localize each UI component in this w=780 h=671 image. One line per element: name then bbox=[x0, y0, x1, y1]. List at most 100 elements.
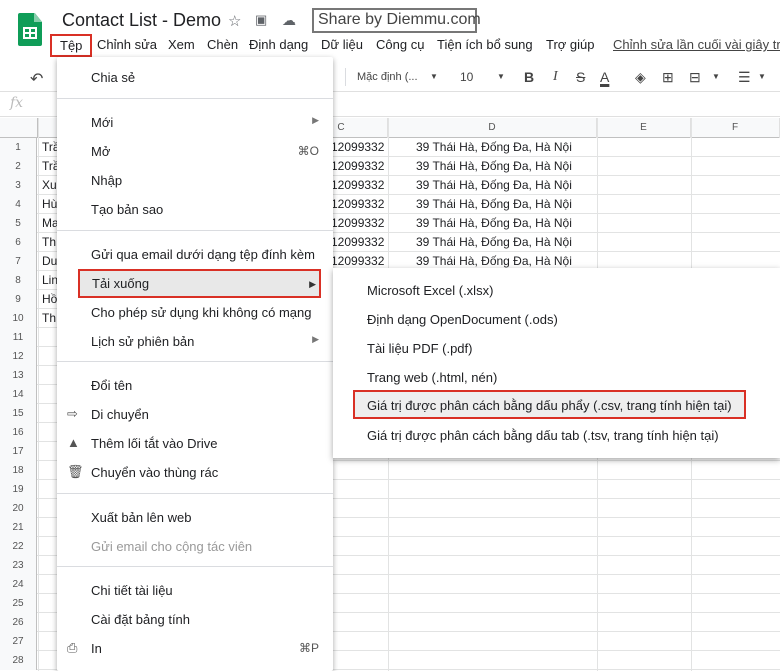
cell-c[interactable]: 12099332 bbox=[331, 235, 384, 249]
row-number[interactable]: 28 bbox=[0, 651, 37, 670]
row-number[interactable]: 5 bbox=[0, 214, 37, 233]
cell-d[interactable]: 39 Thái Hà, Đống Đa, Hà Nội bbox=[416, 254, 572, 268]
download-pdf[interactable]: Tài liệu PDF (.pdf) bbox=[333, 334, 780, 362]
menu-format[interactable]: Định dạng bbox=[249, 37, 308, 52]
fill-color-icon[interactable]: ◈ bbox=[635, 69, 646, 86]
menu-tools[interactable]: Công cụ bbox=[376, 37, 424, 52]
italic-button[interactable]: I bbox=[553, 69, 558, 85]
cell-d[interactable]: 39 Thái Hà, Đống Đa, Hà Nội bbox=[416, 197, 572, 211]
cell-d[interactable]: 39 Thái Hà, Đống Đa, Hà Nội bbox=[416, 140, 572, 154]
row-number[interactable]: 12 bbox=[0, 347, 37, 366]
menu-item-version-history[interactable]: Lịch sử phiên bản ▶ bbox=[57, 329, 333, 353]
row-number[interactable]: 4 bbox=[0, 195, 37, 214]
row-number[interactable]: 19 bbox=[0, 480, 37, 499]
download-tsv[interactable]: Giá trị được phân cách bằng dấu tab (.ts… bbox=[333, 421, 780, 449]
menu-data[interactable]: Dữ liệu bbox=[321, 37, 363, 52]
row-number[interactable]: 15 bbox=[0, 404, 37, 423]
menu-item-settings[interactable]: Cài đặt bảng tính bbox=[57, 607, 333, 631]
row-number[interactable]: 22 bbox=[0, 537, 37, 556]
row-number[interactable]: 3 bbox=[0, 176, 37, 195]
menu-item-new[interactable]: Mới ▶ bbox=[57, 110, 333, 134]
row-number[interactable]: 8 bbox=[0, 271, 37, 290]
row-number[interactable]: 26 bbox=[0, 613, 37, 632]
cell-a[interactable]: Hù bbox=[42, 197, 57, 211]
row-number[interactable]: 1 bbox=[0, 138, 37, 157]
menu-item-print[interactable]: ⎙ In ⌘P bbox=[57, 636, 333, 660]
row-number[interactable]: 24 bbox=[0, 575, 37, 594]
menu-item-share[interactable]: Chia sẻ bbox=[57, 65, 333, 89]
chevron-down-icon[interactable]: ▼ bbox=[497, 72, 505, 81]
download-ods[interactable]: Định dạng OpenDocument (.ods) bbox=[333, 305, 780, 333]
merge-cells-icon[interactable]: ⊟ bbox=[689, 69, 701, 86]
download-html[interactable]: Trang web (.html, nén) bbox=[333, 363, 780, 391]
cell-a[interactable]: Hồ bbox=[42, 292, 57, 306]
font-size-select[interactable]: 10 bbox=[460, 70, 473, 84]
cell-d[interactable]: 39 Thái Hà, Đống Đa, Hà Nội bbox=[416, 159, 572, 173]
menu-item-import[interactable]: Nhập bbox=[57, 168, 333, 192]
row-number[interactable]: 21 bbox=[0, 518, 37, 537]
select-all-corner[interactable] bbox=[0, 118, 38, 138]
cell-c[interactable]: 12099332 bbox=[331, 178, 384, 192]
row-number[interactable]: 13 bbox=[0, 366, 37, 385]
row-number[interactable]: 25 bbox=[0, 594, 37, 613]
menu-item-details[interactable]: Chi tiết tài liệu bbox=[57, 578, 333, 602]
row-number[interactable]: 20 bbox=[0, 499, 37, 518]
menu-addons[interactable]: Tiện ích bổ sung bbox=[437, 37, 533, 52]
cell-c[interactable]: 12099332 bbox=[331, 254, 384, 268]
cell-d[interactable]: 39 Thái Hà, Đống Đa, Hà Nội bbox=[416, 216, 572, 230]
undo-icon[interactable]: ↶ bbox=[30, 69, 43, 89]
menu-item-download[interactable]: Tải xuống ▶ bbox=[78, 269, 321, 298]
menu-item-make-copy[interactable]: Tạo bản sao bbox=[57, 197, 333, 221]
star-icon[interactable]: ☆ bbox=[228, 12, 241, 30]
menu-item-open[interactable]: Mở ⌘O bbox=[57, 139, 333, 163]
cell-c[interactable]: 12099332 bbox=[331, 197, 384, 211]
row-number[interactable]: 23 bbox=[0, 556, 37, 575]
row-number[interactable]: 7 bbox=[0, 252, 37, 271]
menu-item-rename[interactable]: Đổi tên bbox=[57, 373, 333, 397]
row-number[interactable]: 9 bbox=[0, 290, 37, 309]
strikethrough-button[interactable]: S bbox=[576, 69, 585, 85]
menu-item-move[interactable]: ⇨ Di chuyển bbox=[57, 402, 333, 426]
column-header-d[interactable]: D bbox=[388, 118, 597, 138]
bold-button[interactable]: B bbox=[524, 69, 534, 85]
cell-d[interactable]: 39 Thái Hà, Đống Đa, Hà Nội bbox=[416, 178, 572, 192]
cell-a[interactable]: Du bbox=[42, 254, 57, 268]
chevron-down-icon[interactable]: ▼ bbox=[430, 72, 438, 81]
menu-item-add-shortcut[interactable]: ▲ Thêm lối tắt vào Drive bbox=[57, 431, 333, 455]
last-edit-link[interactable]: Chỉnh sửa lần cuối vài giây trước bbox=[613, 37, 780, 52]
menu-insert[interactable]: Chèn bbox=[207, 37, 238, 52]
cell-c[interactable]: 12099332 bbox=[331, 216, 384, 230]
column-header-f[interactable]: F bbox=[691, 118, 780, 138]
cell-c[interactable]: 12099332 bbox=[331, 140, 384, 154]
borders-icon[interactable]: ⊞ bbox=[662, 69, 674, 86]
cell-a[interactable]: Xu bbox=[42, 178, 57, 192]
cell-a[interactable]: Lin bbox=[42, 273, 58, 287]
row-number[interactable]: 2 bbox=[0, 157, 37, 176]
row-number[interactable]: 27 bbox=[0, 632, 37, 651]
menu-item-offline[interactable]: Cho phép sử dụng khi không có mạng bbox=[57, 300, 333, 324]
text-color-button[interactable]: A bbox=[600, 69, 609, 85]
font-select[interactable]: Mặc định (... bbox=[357, 71, 418, 83]
menu-item-email-attachment[interactable]: Gửi qua email dưới dạng tệp đính kèm bbox=[57, 242, 333, 266]
row-number[interactable]: 14 bbox=[0, 385, 37, 404]
menu-edit[interactable]: Chỉnh sửa bbox=[97, 37, 157, 52]
row-number[interactable]: 17 bbox=[0, 442, 37, 461]
row-number[interactable]: 18 bbox=[0, 461, 37, 480]
menu-help[interactable]: Trợ giúp bbox=[546, 37, 595, 52]
row-number[interactable]: 6 bbox=[0, 233, 37, 252]
move-folder-icon[interactable]: ▣ bbox=[255, 12, 267, 28]
document-title[interactable]: Contact List - Demo bbox=[62, 10, 221, 31]
column-header-e[interactable]: E bbox=[597, 118, 691, 138]
download-csv[interactable]: Giá trị được phân cách bằng dấu phẩy (.c… bbox=[353, 390, 746, 419]
row-number[interactable]: 10 bbox=[0, 309, 37, 328]
cell-d[interactable]: 39 Thái Hà, Đống Đa, Hà Nội bbox=[416, 235, 572, 249]
chevron-down-icon[interactable]: ▼ bbox=[758, 72, 766, 81]
menu-item-publish[interactable]: Xuất bản lên web bbox=[57, 505, 333, 529]
cell-a[interactable]: Th bbox=[42, 311, 56, 325]
row-number[interactable]: 16 bbox=[0, 423, 37, 442]
align-left-icon[interactable]: ☰ bbox=[738, 69, 751, 86]
cell-c[interactable]: 12099332 bbox=[331, 159, 384, 173]
cell-a[interactable]: Th bbox=[42, 235, 56, 249]
menu-item-trash[interactable]: 🗑 Chuyển vào thùng rác bbox=[57, 460, 333, 484]
menu-view[interactable]: Xem bbox=[168, 37, 195, 52]
